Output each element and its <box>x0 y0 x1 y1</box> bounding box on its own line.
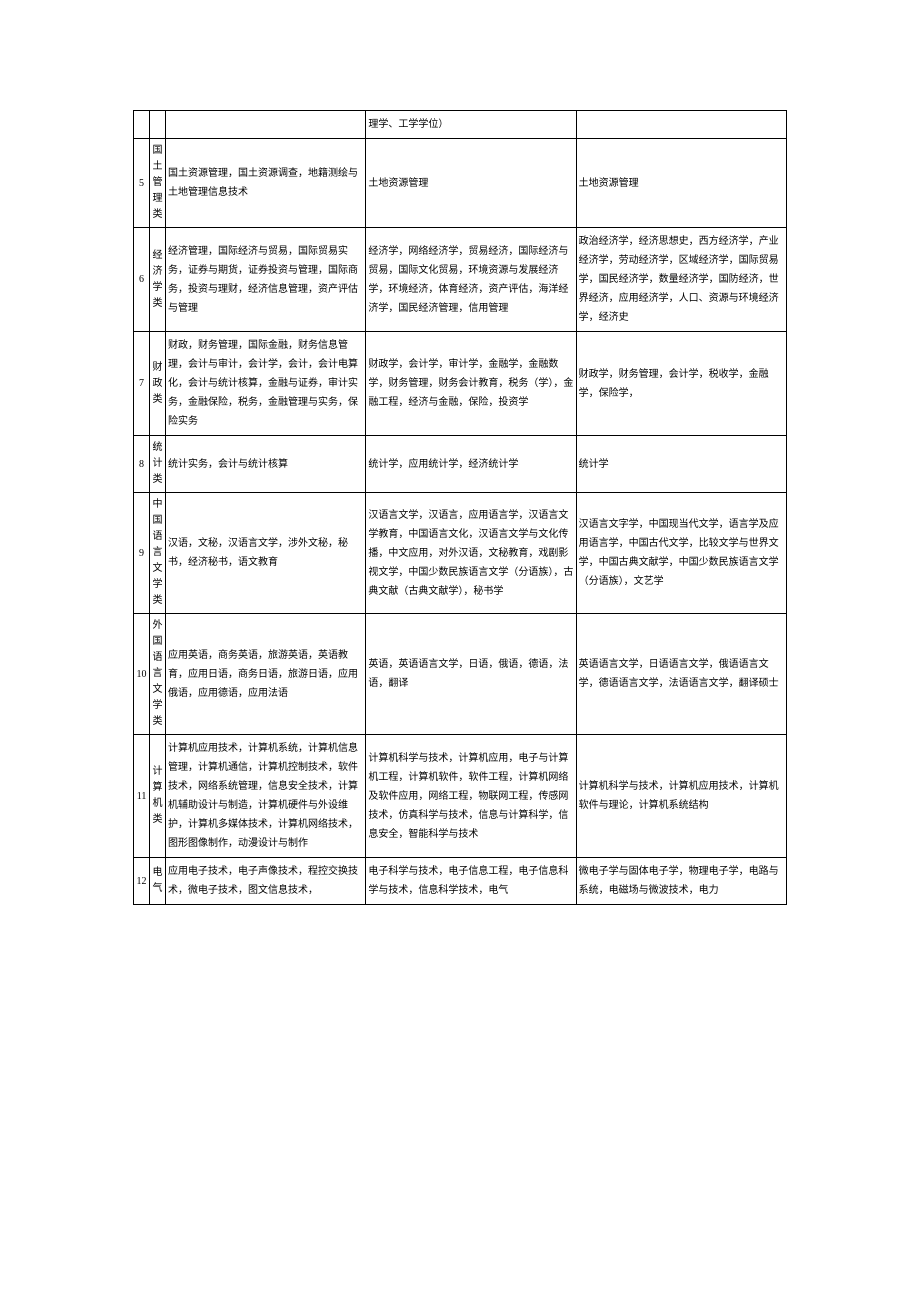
category-name: 电气 <box>150 858 166 905</box>
col-vocational: 国土资源管理，国土资源调查，地籍测绘与土地管理信息技术 <box>166 139 366 228</box>
table-row: 理学、工学学位） <box>134 111 787 139</box>
col-vocational: 应用英语，商务英语，旅游英语，英语教育，应用日语，商务日语，旅游日语，应用俄语，… <box>166 614 366 735</box>
row-index: 6 <box>134 228 150 332</box>
col-vocational <box>166 111 366 139</box>
category-name: 中国语言文学类 <box>150 493 166 614</box>
row-index: 8 <box>134 436 150 493</box>
col-graduate: 统计学 <box>576 436 786 493</box>
col-vocational: 汉语，文秘，汉语言文学，涉外文秘，秘书，经济秘书，语文教育 <box>166 493 366 614</box>
table-row: 12电气应用电子技术，电子声像技术，程控交换技术，微电子技术，图文信息技术，电子… <box>134 858 787 905</box>
category-name: 计算机类 <box>150 735 166 858</box>
table-row: 6经济学类经济管理，国际经济与贸易，国际贸易实务，证券与期货，证券投资与管理，国… <box>134 228 787 332</box>
col-undergraduate: 电子科学与技术，电子信息工程，电子信息科学与技术，信息科学技术，电气 <box>366 858 576 905</box>
col-undergraduate: 理学、工学学位） <box>366 111 576 139</box>
col-graduate <box>576 111 786 139</box>
row-index: 10 <box>134 614 150 735</box>
table-row: 5国土管理类国土资源管理，国土资源调查，地籍测绘与土地管理信息技术土地资源管理土… <box>134 139 787 228</box>
row-index: 5 <box>134 139 150 228</box>
col-undergraduate: 汉语言文学，汉语言，应用语言学，汉语言文学教育，中国语言文化，汉语言文学与文化传… <box>366 493 576 614</box>
table-row: 10外国语言文学类应用英语，商务英语，旅游英语，英语教育，应用日语，商务日语，旅… <box>134 614 787 735</box>
category-name: 国土管理类 <box>150 139 166 228</box>
col-graduate: 政治经济学，经济思想史，西方经济学，产业经济学，劳动经济学，区域经济学，国际贸易… <box>576 228 786 332</box>
row-index <box>134 111 150 139</box>
col-graduate: 土地资源管理 <box>576 139 786 228</box>
col-undergraduate: 计算机科学与技术，计算机应用，电子与计算机工程，计算机软件，软件工程，计算机网络… <box>366 735 576 858</box>
col-graduate: 英语语言文学，日语语言文学，俄语语言文学，德语语言文学，法语语言文学，翻译硕士 <box>576 614 786 735</box>
category-name: 统计类 <box>150 436 166 493</box>
row-index: 7 <box>134 332 150 436</box>
majors-table: 理学、工学学位）5国土管理类国土资源管理，国土资源调查，地籍测绘与土地管理信息技… <box>133 110 787 905</box>
col-graduate: 财政学，财务管理，会计学，税收学，金融学，保险学， <box>576 332 786 436</box>
col-undergraduate: 英语，英语语言文学，日语，俄语，德语，法语，翻译 <box>366 614 576 735</box>
table-row: 11计算机类计算机应用技术，计算机系统，计算机信息管理，计算机通信，计算机控制技… <box>134 735 787 858</box>
category-name: 财政类 <box>150 332 166 436</box>
col-undergraduate: 经济学，网络经济学，贸易经济，国际经济与贸易，国际文化贸易，环境资源与发展经济学… <box>366 228 576 332</box>
row-index: 11 <box>134 735 150 858</box>
col-undergraduate: 统计学，应用统计学，经济统计学 <box>366 436 576 493</box>
col-vocational: 经济管理，国际经济与贸易，国际贸易实务，证券与期货，证券投资与管理，国际商务，投… <box>166 228 366 332</box>
row-index: 9 <box>134 493 150 614</box>
row-index: 12 <box>134 858 150 905</box>
category-name <box>150 111 166 139</box>
table-row: 8统计类统计实务，会计与统计核算统计学，应用统计学，经济统计学统计学 <box>134 436 787 493</box>
col-vocational: 财政，财务管理，国际金融，财务信息管理，会计与审计，会计学，会计，会计电算化，会… <box>166 332 366 436</box>
table-row: 9中国语言文学类汉语，文秘，汉语言文学，涉外文秘，秘书，经济秘书，语文教育汉语言… <box>134 493 787 614</box>
col-graduate: 汉语言文字学，中国现当代文学，语言学及应用语言学，中国古代文学，比较文学与世界文… <box>576 493 786 614</box>
table-row: 7财政类财政，财务管理，国际金融，财务信息管理，会计与审计，会计学，会计，会计电… <box>134 332 787 436</box>
col-undergraduate: 土地资源管理 <box>366 139 576 228</box>
col-graduate: 微电子学与固体电子学，物理电子学，电路与系统，电磁场与微波技术，电力 <box>576 858 786 905</box>
category-name: 经济学类 <box>150 228 166 332</box>
col-vocational: 应用电子技术，电子声像技术，程控交换技术，微电子技术，图文信息技术， <box>166 858 366 905</box>
col-vocational: 计算机应用技术，计算机系统，计算机信息管理，计算机通信，计算机控制技术，软件技术… <box>166 735 366 858</box>
col-undergraduate: 财政学，会计学，审计学，金融学，金融数学，财务管理，财务会计教育，税务（学），金… <box>366 332 576 436</box>
col-graduate: 计算机科学与技术，计算机应用技术，计算机软件与理论，计算机系统结构 <box>576 735 786 858</box>
category-name: 外国语言文学类 <box>150 614 166 735</box>
col-vocational: 统计实务，会计与统计核算 <box>166 436 366 493</box>
